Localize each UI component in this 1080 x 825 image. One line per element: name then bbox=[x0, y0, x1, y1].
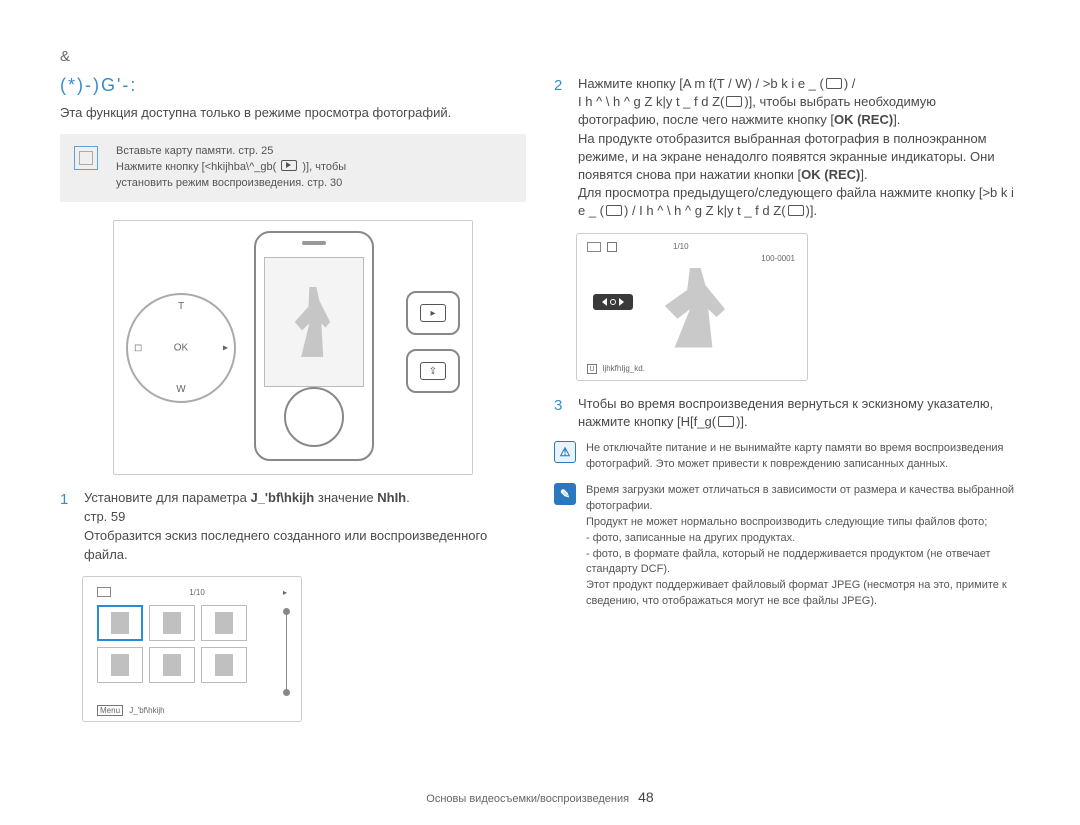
display-icon bbox=[826, 78, 842, 89]
photo-silhouette-icon bbox=[291, 287, 337, 357]
prep-line2: Нажмите кнопку [<hkijhba\^_gb( )], чтобы bbox=[116, 160, 514, 176]
thumbnail-item bbox=[149, 647, 195, 683]
step-2: 2 Нажмите кнопку [A m f(T / W) / >b k i … bbox=[554, 75, 1020, 221]
underwater-icon bbox=[788, 205, 804, 216]
device-body bbox=[254, 231, 374, 461]
card-icon bbox=[97, 587, 111, 597]
thumbnail-item bbox=[149, 605, 195, 641]
photo-silhouette-icon bbox=[662, 268, 732, 348]
photo-mode-icon bbox=[607, 242, 617, 252]
thumbnail-item bbox=[201, 647, 247, 683]
magnify-icon bbox=[610, 299, 616, 305]
scrollbar bbox=[286, 611, 287, 693]
info-line: Время загрузки может отличаться в зависи… bbox=[586, 483, 1020, 515]
dpad-left-label: ◻ bbox=[134, 343, 142, 354]
file-number: 100-0001 bbox=[761, 254, 795, 263]
intro-text: Эта функция доступна только в режиме про… bbox=[60, 104, 526, 122]
thumbnail-item bbox=[201, 605, 247, 641]
fullscreen-preview: 1/10 100-0001 U IjhkfhIjg_kd. bbox=[576, 233, 808, 381]
dpad-large: T W OK ◻ ▸ bbox=[126, 293, 236, 403]
play-mode-icon bbox=[281, 160, 297, 171]
device-screen bbox=[264, 257, 364, 387]
warning-text: Не отключайте питание и не вынимайте кар… bbox=[586, 441, 1020, 473]
menu-mode-text: J_'bf\hkijh bbox=[129, 706, 164, 715]
dpad-up-label: T bbox=[178, 301, 184, 312]
step-number: 2 bbox=[554, 75, 568, 221]
dpad-ok-label: OK bbox=[174, 343, 188, 354]
info-note: ✎ Время загрузки может отличаться в зави… bbox=[554, 483, 1020, 611]
fullscreen-caption: IjhkfhIjg_kd. bbox=[602, 364, 645, 373]
dpad-small bbox=[284, 387, 344, 447]
menu-key-label: Menu bbox=[97, 705, 123, 716]
share-box-icon: U bbox=[587, 364, 597, 374]
seek-indicator bbox=[593, 294, 633, 310]
info-line: - фото, записанные на других продуктах. bbox=[586, 531, 1020, 547]
step-number: 3 bbox=[554, 395, 568, 431]
share-button-illus: ⇪ bbox=[406, 349, 460, 393]
prep-line3: установить режим воспроизведения. стр. 3… bbox=[116, 176, 514, 192]
prerequisite-box: Вставьте карту памяти. стр. 25 Нажмите к… bbox=[60, 134, 526, 202]
warning-icon: ⚠ bbox=[554, 441, 576, 463]
next-arrow-icon bbox=[619, 298, 624, 306]
card-icon bbox=[587, 242, 601, 252]
share-icon bbox=[718, 416, 734, 427]
dpad-right-label: ▸ bbox=[223, 343, 228, 354]
sdcard-icon bbox=[74, 146, 98, 170]
thumbnail-grid bbox=[97, 605, 247, 683]
chapter-heading: & bbox=[60, 48, 1020, 65]
step-1: 1 Установите для параметра J_'bf\hkijh з… bbox=[60, 489, 526, 564]
underwater-icon bbox=[726, 96, 742, 107]
footer-label: Основы видеосъемки/воспроизведения bbox=[426, 793, 629, 805]
step-number: 1 bbox=[60, 489, 74, 564]
info-icon: ✎ bbox=[554, 483, 576, 505]
device-illustration: T W OK ◻ ▸ ▸ ⇪ bbox=[113, 220, 473, 475]
display-icon bbox=[606, 205, 622, 216]
chevron-right-icon: ▸ bbox=[283, 588, 287, 597]
page-footer: Основы видеосъемки/воспроизведения 48 bbox=[60, 781, 1020, 805]
page-number: 48 bbox=[638, 789, 654, 805]
thumbnail-item bbox=[97, 605, 143, 641]
prep-line1: Вставьте карту памяти. стр. 25 bbox=[116, 144, 514, 160]
thumbnail-screen: 1/10 ▸ Menu J_'bf\hkijh bbox=[82, 576, 302, 722]
prev-arrow-icon bbox=[602, 298, 607, 306]
play-button-illus: ▸ bbox=[406, 291, 460, 335]
dpad-down-label: W bbox=[176, 384, 185, 395]
step-3: 3 Чтобы во время воспроизведения вернуть… bbox=[554, 395, 1020, 431]
thumbnail-counter: 1/10 bbox=[189, 588, 205, 597]
info-line: Этот продукт поддерживает файловый форма… bbox=[586, 578, 1020, 610]
thumbnail-item bbox=[97, 647, 143, 683]
warning-note: ⚠ Не отключайте питание и не вынимайте к… bbox=[554, 441, 1020, 473]
info-line: - фото, в формате файла, который не подд… bbox=[586, 547, 1020, 579]
fullscreen-counter: 1/10 bbox=[673, 242, 689, 251]
section-title: (*)-)G'-: bbox=[60, 75, 526, 96]
info-line: Продукт не может нормально воспроизводит… bbox=[586, 515, 1020, 531]
